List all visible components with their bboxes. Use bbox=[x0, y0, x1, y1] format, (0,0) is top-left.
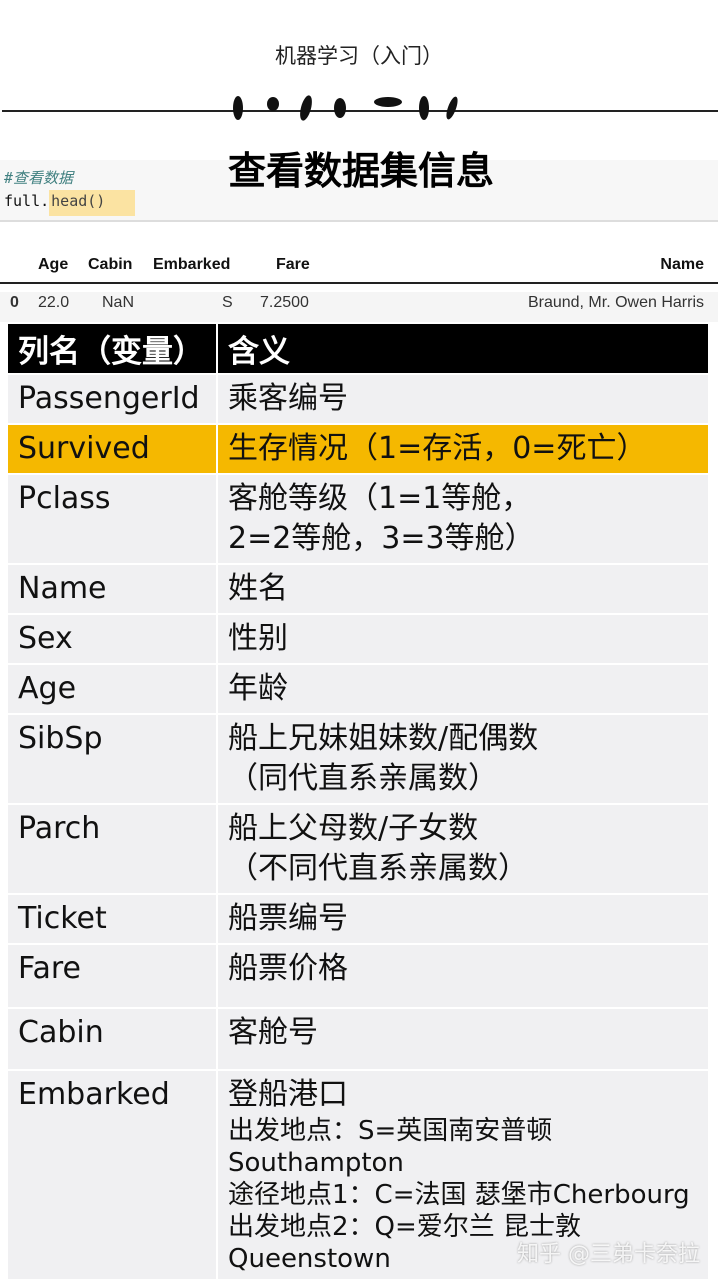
col-age: Age bbox=[38, 256, 69, 273]
meaning-line: 船票价格 bbox=[228, 951, 348, 986]
meaning-line: 年龄 bbox=[228, 671, 288, 706]
variable-name: Pclass bbox=[8, 475, 218, 563]
header-meaning: 含义 bbox=[218, 324, 708, 373]
variable-name: SibSp bbox=[8, 715, 218, 803]
header-column-name: 列名（变量） bbox=[8, 324, 218, 373]
meaning-line: （不同代直系亲属数） bbox=[228, 851, 528, 886]
cell-cabin: NaN bbox=[102, 294, 135, 311]
variable-meaning: 乘客编号 bbox=[218, 375, 708, 423]
col-name: Name bbox=[660, 256, 704, 273]
variable-name: Cabin bbox=[8, 1009, 218, 1069]
cell-age: 22.0 bbox=[38, 294, 70, 311]
col-embarked: Embarked bbox=[153, 256, 231, 273]
detail-line: 出发地点：S=英国南安普顿 bbox=[228, 1116, 553, 1146]
variable-name: Parch bbox=[8, 805, 218, 893]
dataframe-header: Age Cabin Embarked Fare Name bbox=[0, 256, 718, 284]
watermark: 知乎 @三弟卡奈拉 bbox=[517, 1242, 700, 1267]
top-title: 机器学习（入门） bbox=[275, 44, 443, 68]
variable-meaning: 船票编号 bbox=[218, 895, 708, 943]
table-row: Pclass 客舱等级（1=1等舱， 2=2等舱，3=3等舱） bbox=[8, 475, 708, 563]
variable-meaning: 客舱号 bbox=[218, 1009, 708, 1069]
birds-on-wire-icon bbox=[233, 95, 458, 121]
table-row: Name 姓名 bbox=[8, 565, 708, 613]
variable-meaning: 船票价格 bbox=[218, 945, 708, 1007]
variable-name: PassengerId bbox=[8, 375, 218, 423]
meaning-line: 船上父母数/子女数 bbox=[228, 811, 479, 846]
meaning-line: 船票编号 bbox=[228, 901, 348, 936]
table-row: Ticket 船票编号 bbox=[8, 895, 708, 943]
table-row: SibSp 船上兄妹姐妹数/配偶数 （同代直系亲属数） bbox=[8, 715, 708, 803]
cell-fare: 7.2500 bbox=[260, 294, 309, 311]
meaning-line: 客舱号 bbox=[228, 1015, 318, 1050]
cell-name: Braund, Mr. Owen Harris bbox=[527, 294, 704, 311]
row-index: 0 bbox=[10, 294, 19, 311]
variable-meaning: 年龄 bbox=[218, 665, 708, 713]
table-row: Cabin 客舱号 bbox=[8, 1009, 708, 1069]
page-title: 查看数据集信息 bbox=[227, 149, 494, 193]
meaning-line: 性别 bbox=[228, 621, 288, 656]
table-row: Fare 船票价格 bbox=[8, 945, 708, 1007]
detail-line: Southampton bbox=[228, 1148, 404, 1178]
table-row: Survived 生存情况（1=存活，0=死亡） bbox=[8, 425, 708, 473]
meaning-line: 2=2等舱，3=3等舱） bbox=[228, 521, 535, 556]
variable-meaning: 船上兄妹姐妹数/配偶数 （同代直系亲属数） bbox=[218, 715, 708, 803]
variable-name: Fare bbox=[8, 945, 218, 1007]
table-row: Sex 性别 bbox=[8, 615, 708, 663]
table-row: PassengerId 乘客编号 bbox=[8, 375, 708, 423]
variable-name: Name bbox=[8, 565, 218, 613]
cell-embarked: S bbox=[222, 294, 233, 311]
meaning-line: 姓名 bbox=[228, 571, 288, 606]
variable-meaning: 姓名 bbox=[218, 565, 708, 613]
variable-name: Ticket bbox=[8, 895, 218, 943]
meaning-line: 乘客编号 bbox=[228, 381, 348, 416]
detail-line: 途径地点1：C=法国 瑟堡市Cherbourg bbox=[228, 1180, 690, 1210]
meaning-line: 生存情况（1=存活，0=死亡） bbox=[228, 431, 647, 466]
meaning-line: 客舱等级（1=1等舱， bbox=[228, 481, 532, 516]
col-fare: Fare bbox=[276, 256, 310, 273]
variable-meaning: 船上父母数/子女数 （不同代直系亲属数） bbox=[218, 805, 708, 893]
variable-name: Embarked bbox=[8, 1071, 218, 1279]
meaning-line: 登船港口 bbox=[228, 1077, 348, 1112]
variable-table: 列名（变量） 含义 PassengerId 乘客编号 Survived 生存情况（1=… bbox=[8, 322, 708, 1281]
variable-meaning: 生存情况（1=存活，0=死亡） bbox=[218, 425, 708, 473]
dataframe-row: 0 22.0 NaN S 7.2500 Braund, Mr. Owen Har… bbox=[0, 292, 718, 322]
variable-meaning: 性别 bbox=[218, 615, 708, 663]
variable-meaning: 客舱等级（1=1等舱， 2=2等舱，3=3等舱） bbox=[218, 475, 708, 563]
variable-name: Survived bbox=[8, 425, 218, 473]
meaning-line: （同代直系亲属数） bbox=[228, 761, 498, 796]
variable-name: Sex bbox=[8, 615, 218, 663]
table-row: Age 年龄 bbox=[8, 665, 708, 713]
col-cabin: Cabin bbox=[88, 256, 133, 273]
variable-name: Age bbox=[8, 665, 218, 713]
table-row: Parch 船上父母数/子女数 （不同代直系亲属数） bbox=[8, 805, 708, 893]
meaning-line: 船上兄妹姐妹数/配偶数 bbox=[228, 721, 539, 756]
